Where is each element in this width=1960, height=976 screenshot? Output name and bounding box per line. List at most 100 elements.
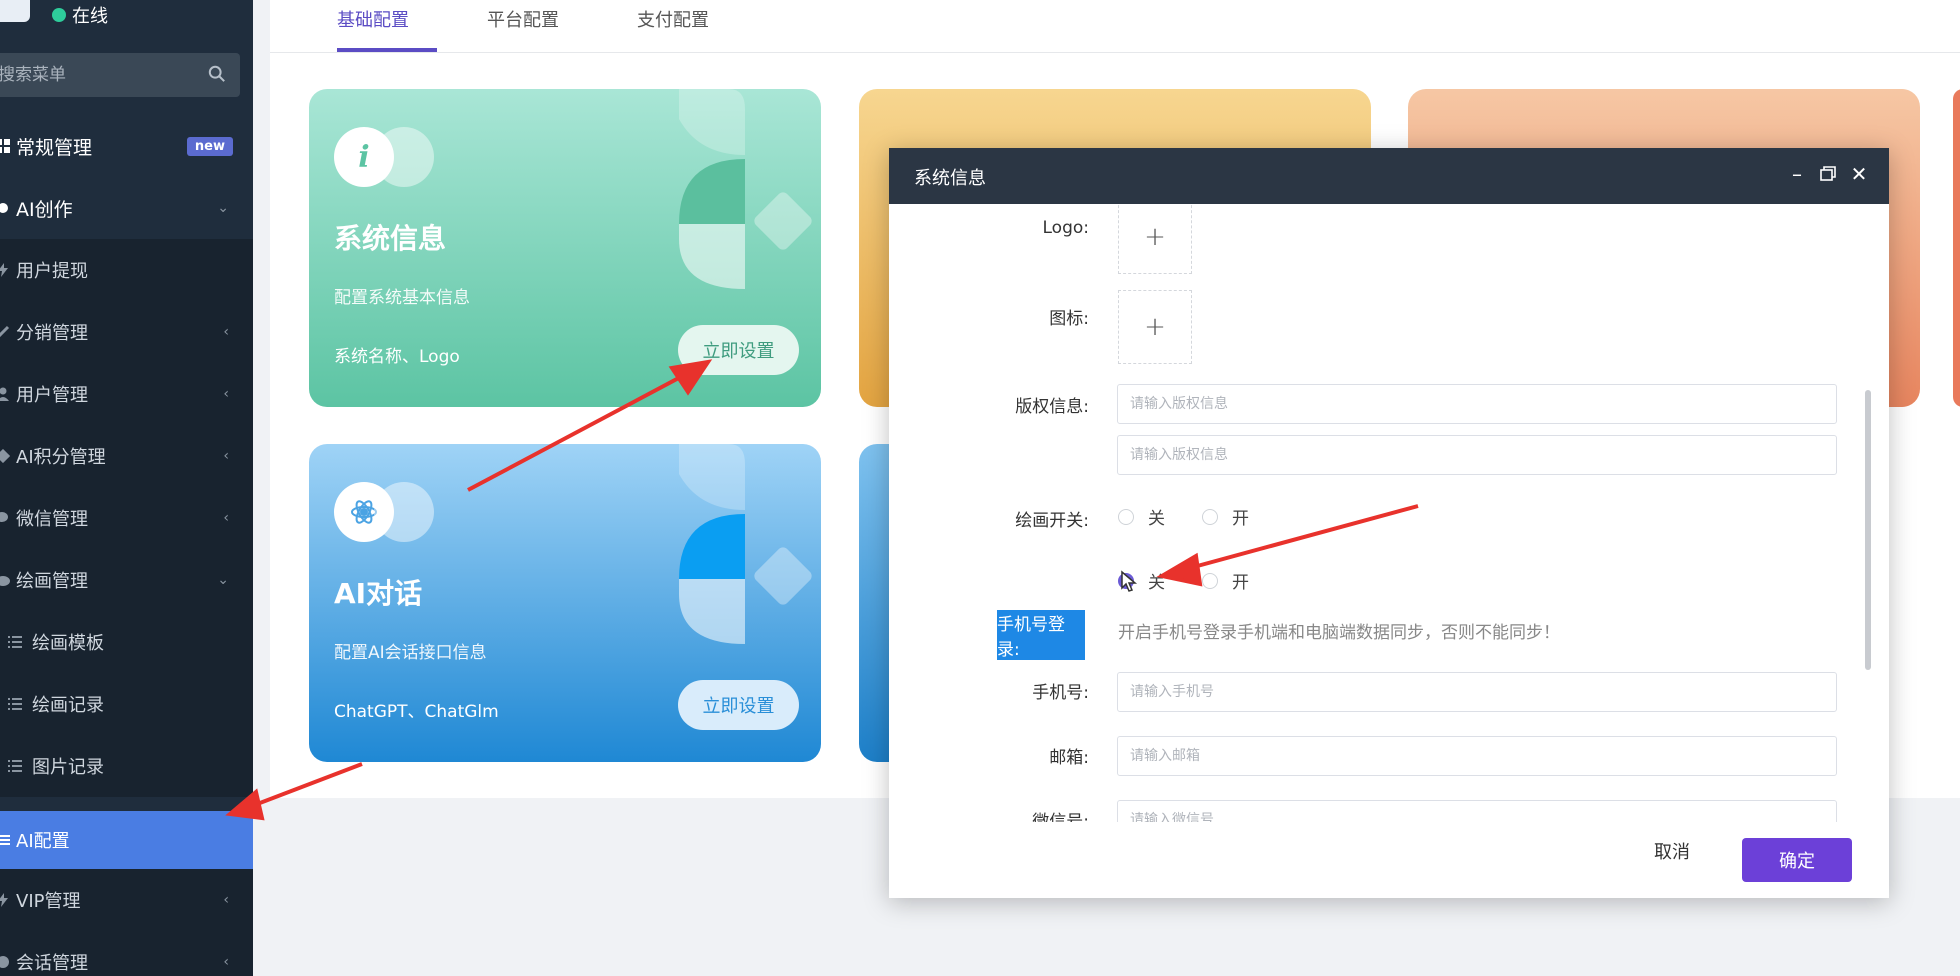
sidebar-item-label: 分销管理: [16, 323, 88, 344]
dialog-scrollbar[interactable]: [1865, 390, 1871, 670]
logo-label: Logo:: [1042, 218, 1090, 238]
sidebar-item-drawing-templates[interactable]: 绘画模板: [0, 611, 253, 673]
phone-login-off[interactable]: 关: [1118, 568, 1165, 593]
sidebar: 在线 常规管理 new AI创作 ⌄ 用户提现 分销管理 ‹ 用户管理 ‹: [0, 0, 253, 976]
radio-circle[interactable]: [1202, 572, 1218, 589]
wechat-label: 微信号:: [1032, 812, 1089, 822]
sidebar-item-vip[interactable]: VIP管理 ‹: [0, 869, 253, 931]
phone-login-on[interactable]: 开: [1202, 568, 1249, 593]
cancel-button[interactable]: 取消: [1654, 838, 1690, 864]
dialog-title: 系统信息: [914, 168, 986, 189]
config-tabs: 基础配置 平台配置 支付配置: [270, 0, 1960, 53]
bolt-icon: [0, 263, 8, 277]
chat-icon: [0, 956, 9, 968]
sidebar-item-label: 会话管理: [16, 953, 88, 974]
tab-basic-config[interactable]: 基础配置: [337, 6, 409, 50]
wechat-icon: [0, 512, 8, 522]
draw-switch-off[interactable]: 关: [1118, 504, 1165, 529]
radio-label: 开: [1232, 509, 1249, 529]
sidebar-item-wechat[interactable]: 微信管理 ‹: [0, 487, 253, 549]
confirm-button[interactable]: 确定: [1742, 838, 1852, 882]
chevron-left-icon: ‹: [223, 954, 229, 970]
icon-upload[interactable]: +: [1118, 290, 1192, 364]
icon-label: 图标:: [1049, 309, 1089, 329]
logo-upload[interactable]: +: [1118, 204, 1192, 274]
sidebar-item-label: 图片记录: [32, 757, 104, 778]
maximize-icon[interactable]: [1818, 162, 1838, 186]
sidebar-item-image-records[interactable]: 图片记录: [0, 735, 253, 797]
radio-label: 关: [1148, 509, 1165, 529]
search-icon[interactable]: [208, 65, 226, 83]
sidebar-item-label: 绘画记录: [32, 695, 104, 716]
chevron-down-icon: ⌄: [217, 200, 229, 216]
copyright-input-1[interactable]: [1117, 384, 1837, 424]
radio-circle-checked[interactable]: [1118, 572, 1134, 589]
email-label: 邮箱:: [1049, 748, 1089, 768]
radio-label: 开: [1232, 573, 1249, 593]
chevron-left-icon: ‹: [223, 892, 229, 908]
sidebar-header: 在线: [0, 0, 253, 38]
menu-search-input[interactable]: [0, 65, 188, 85]
menu-search[interactable]: [0, 53, 240, 97]
sidebar-item-sessions[interactable]: 会话管理 ‹: [0, 931, 253, 976]
setup-now-button[interactable]: 立即设置: [678, 325, 799, 375]
chevron-down-icon: ⌄: [217, 572, 229, 588]
new-badge: new: [186, 136, 233, 156]
link-icon: [0, 325, 10, 338]
status-label: 在线: [72, 6, 108, 27]
sidebar-item-label: AI配置: [16, 831, 70, 852]
sidebar-item-drawing-records[interactable]: 绘画记录: [0, 673, 253, 735]
phone-input[interactable]: [1117, 672, 1837, 712]
sidebar-item-label: AI创作: [16, 198, 73, 221]
draw-switch-on[interactable]: 开: [1202, 504, 1249, 529]
sidebar-item-ai-config[interactable]: AI配置: [0, 811, 253, 869]
user-icon: [0, 387, 9, 401]
radio-circle[interactable]: [1202, 508, 1218, 525]
draw-switch-label: 绘画开关:: [1015, 511, 1089, 531]
dialog-form: Logo: + 图标: + 版权信息: 绘画开关: 关 开 手机号登录: 关 开…: [889, 204, 1889, 822]
wechat-input[interactable]: [1117, 800, 1837, 822]
sidebar-item-label: 用户提现: [16, 261, 88, 282]
cloud-icon: [0, 576, 10, 586]
email-input[interactable]: [1117, 736, 1837, 776]
sidebar-item-label: VIP管理: [16, 891, 81, 912]
active-tab-indicator: [337, 48, 437, 52]
sidebar-item-ai-points[interactable]: AI积分管理 ‹: [0, 425, 253, 487]
user-status: 在线: [52, 2, 108, 28]
list-icon: [8, 760, 22, 772]
sidebar-item-label: 微信管理: [16, 509, 88, 530]
tab-platform-config[interactable]: 平台配置: [487, 6, 559, 50]
system-info-dialog: 系统信息 – ✕ Logo: + 图标: + 版权信息: 绘画开关: 关 开 手…: [889, 148, 1889, 898]
list-icon: [8, 698, 22, 710]
card-title: AI对话: [334, 577, 423, 610]
tag-icon: [0, 449, 10, 463]
close-icon[interactable]: ✕: [1849, 162, 1869, 186]
sidebar-item-users[interactable]: 用户管理 ‹: [0, 363, 253, 425]
card-title: 系统信息: [334, 222, 447, 255]
chevron-left-icon: ‹: [223, 448, 229, 464]
sidebar-item-withdraw[interactable]: 用户提现: [0, 239, 253, 301]
sidebar-item-ai-create[interactable]: AI创作 ⌄: [0, 177, 253, 239]
setup-now-button[interactable]: 立即设置: [678, 680, 799, 730]
copyright-input-2[interactable]: [1117, 435, 1837, 475]
chevron-left-icon: ‹: [223, 386, 229, 402]
radio-circle[interactable]: [1118, 508, 1134, 525]
bolt-icon: [0, 893, 8, 907]
copyright-label: 版权信息:: [1015, 397, 1089, 417]
sidebar-item-general[interactable]: 常规管理 new: [0, 115, 253, 177]
online-dot-icon: [52, 8, 66, 22]
radio-label: 关: [1148, 573, 1165, 593]
tab-payment-config[interactable]: 支付配置: [637, 6, 709, 50]
app-logo: [0, 0, 30, 22]
sidebar-item-drawing[interactable]: 绘画管理 ⌄: [0, 549, 253, 611]
minimize-icon[interactable]: –: [1787, 162, 1807, 186]
card-description: 配置系统基本信息: [334, 288, 470, 308]
list-icon: [8, 636, 22, 648]
card-description: 配置AI会话接口信息: [334, 643, 487, 663]
icon-shadow: [374, 127, 434, 187]
icon-shadow: [374, 482, 434, 542]
sidebar-item-distribution[interactable]: 分销管理 ‹: [0, 301, 253, 363]
chevron-left-icon: ‹: [223, 510, 229, 526]
plus-icon: +: [1144, 222, 1166, 252]
gear-icon: [0, 203, 8, 213]
